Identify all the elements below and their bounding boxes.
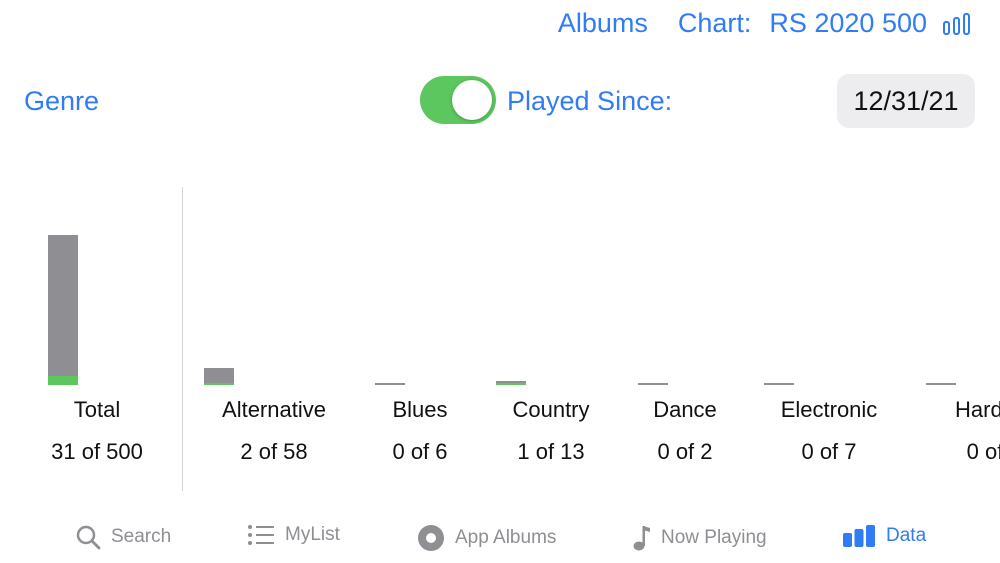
- bar-dance[interactable]: [638, 383, 668, 385]
- chart-divider: [182, 187, 183, 491]
- category-label: Blues: [392, 397, 448, 422]
- filter-row: Genre Played Since: 12/31/21: [0, 74, 1000, 130]
- bar-total[interactable]: [48, 235, 78, 385]
- bar-played-fill: [48, 376, 78, 385]
- category-label: Alternative: [222, 397, 326, 422]
- bar-blues[interactable]: [375, 383, 405, 385]
- bar-chart-icon: [842, 524, 876, 548]
- albums-button[interactable]: Albums: [558, 8, 648, 39]
- search-icon: [75, 524, 101, 550]
- list-icon: [247, 524, 275, 546]
- bar-hard-i[interactable]: [926, 383, 956, 385]
- tab-label: MyList: [285, 524, 340, 545]
- tab-label: App Albums: [455, 527, 557, 548]
- genre-chart: Total 31 of 500 Alternative 2 of 58 Blues 0 o…: [0, 185, 1000, 495]
- tab-label: Search: [111, 526, 172, 547]
- category-label: Hard I: [955, 397, 1000, 422]
- tab-now-playing[interactable]: Now Playing: [633, 524, 767, 552]
- tab-label: Data: [886, 525, 927, 546]
- bar-electronic[interactable]: [764, 383, 794, 385]
- top-bar: Albums Chart: RS 2020 500: [558, 8, 970, 39]
- tab-mylist[interactable]: MyList: [247, 524, 340, 546]
- bar-chart-icon[interactable]: [943, 12, 970, 35]
- category-count: 0 of 2: [657, 439, 713, 464]
- category-label: Dance: [653, 397, 717, 422]
- tab-label: Now Playing: [661, 527, 767, 548]
- category-count: 0 of 6: [392, 439, 448, 464]
- tab-search[interactable]: Search: [75, 524, 171, 550]
- category-count: 2 of 58: [240, 439, 308, 464]
- bar-played-fill: [204, 383, 234, 385]
- toggle-knob: [452, 80, 492, 120]
- category-count: 31 of 500: [51, 439, 143, 464]
- played-since-toggle[interactable]: [420, 76, 496, 124]
- category-count: 1 of 13: [517, 439, 585, 464]
- tab-data[interactable]: Data: [842, 524, 926, 548]
- category-count: 0 of 7: [801, 439, 857, 464]
- tab-bar: Search MyList App Albums Now Playing Dat…: [0, 516, 1000, 563]
- chart-name[interactable]: RS 2020 500: [769, 8, 927, 39]
- tab-app-albums[interactable]: App Albums: [417, 524, 556, 552]
- disc-icon: [417, 524, 445, 552]
- chart-label[interactable]: Chart:: [678, 8, 752, 39]
- category-count: 0 of: [966, 439, 1000, 464]
- category-label: Total: [73, 397, 121, 422]
- genre-button[interactable]: Genre: [24, 86, 99, 117]
- played-since-label: Played Since:: [507, 86, 673, 116]
- bar-played-fill: [496, 383, 526, 385]
- category-label: Country: [512, 397, 590, 422]
- category-label: Electronic: [780, 397, 878, 422]
- music-note-icon: [633, 524, 651, 552]
- date-picker[interactable]: 12/31/21: [837, 74, 975, 128]
